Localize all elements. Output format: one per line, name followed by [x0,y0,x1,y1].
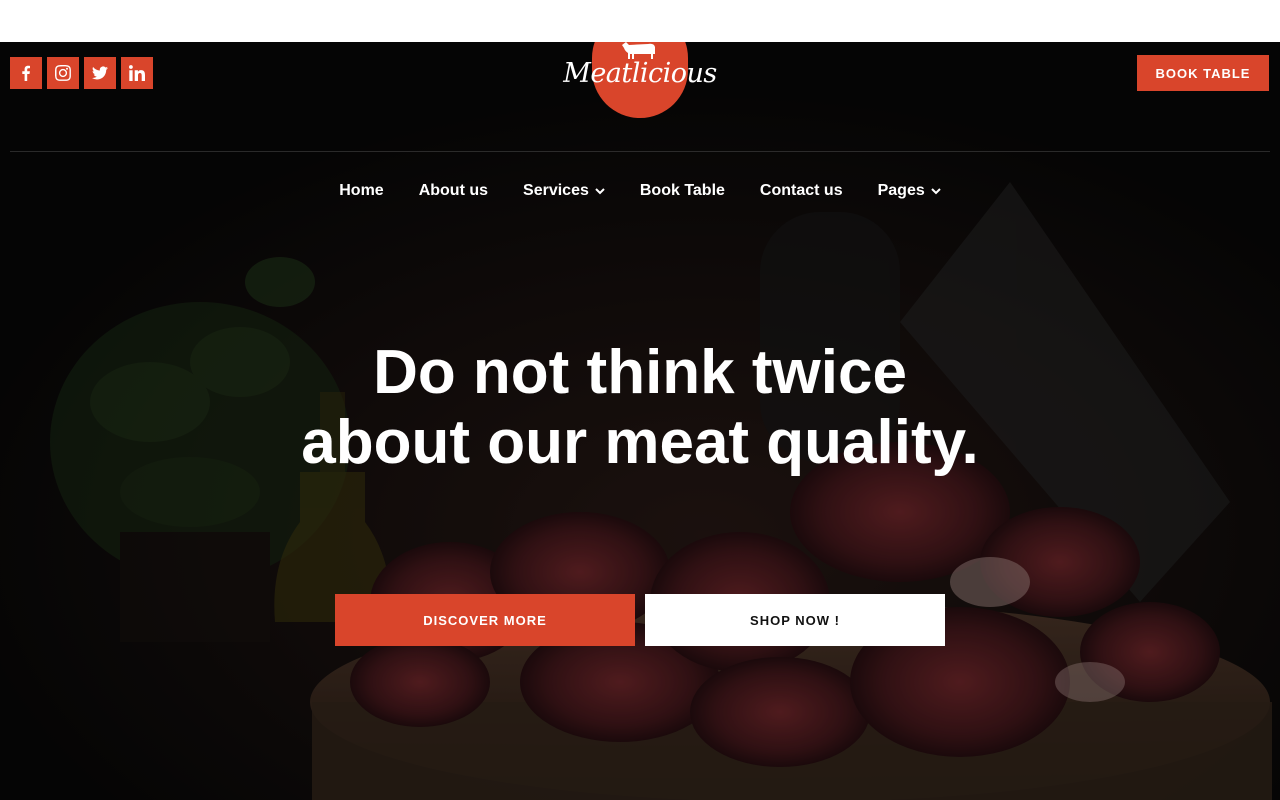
twitter-icon[interactable] [84,57,116,89]
top-white-strip [0,0,1280,42]
nav-services-label: Services [523,182,589,199]
discover-more-button[interactable]: DISCOVER MORE [335,594,635,646]
hero-headline: Do not think twice about our meat qualit… [0,338,1280,478]
brand-logo[interactable]: ★★★ Meatlicious [560,42,720,140]
nav-contact-label: Contact us [759,182,843,199]
nav-about[interactable]: About us [419,182,488,200]
nav-about-label: About us [418,182,489,199]
nav-services[interactable]: Services [523,182,605,200]
chevron-down-icon [931,188,941,195]
nav-contact[interactable]: Contact us [760,182,843,200]
header-divider [10,151,1270,152]
facebook-icon[interactable] [10,57,42,89]
nav-pages[interactable]: Pages [878,182,941,200]
social-links [10,57,153,89]
main-nav: Home About us Services Book Table Contac… [0,182,1280,200]
instagram-icon[interactable] [47,57,79,89]
nav-pages-label: Pages [877,182,925,199]
nav-home-label: Home [339,182,384,199]
linkedin-icon[interactable] [121,57,153,89]
nav-book-table[interactable]: Book Table [640,182,725,200]
nav-book-label: Book Table [639,182,725,199]
hero-section: ★★★ Meatlicious BOOK TABLE Home About us… [0,42,1280,800]
book-table-button[interactable]: BOOK TABLE [1137,55,1269,91]
nav-home[interactable]: Home [339,182,383,200]
hero-headline-line2: about our meat quality. [301,408,979,477]
chevron-down-icon [595,188,605,195]
shop-now-button[interactable]: SHOP NOW ! [645,594,945,646]
hero-headline-line1: Do not think twice [373,338,907,407]
brand-name: Meatlicious [563,58,717,89]
